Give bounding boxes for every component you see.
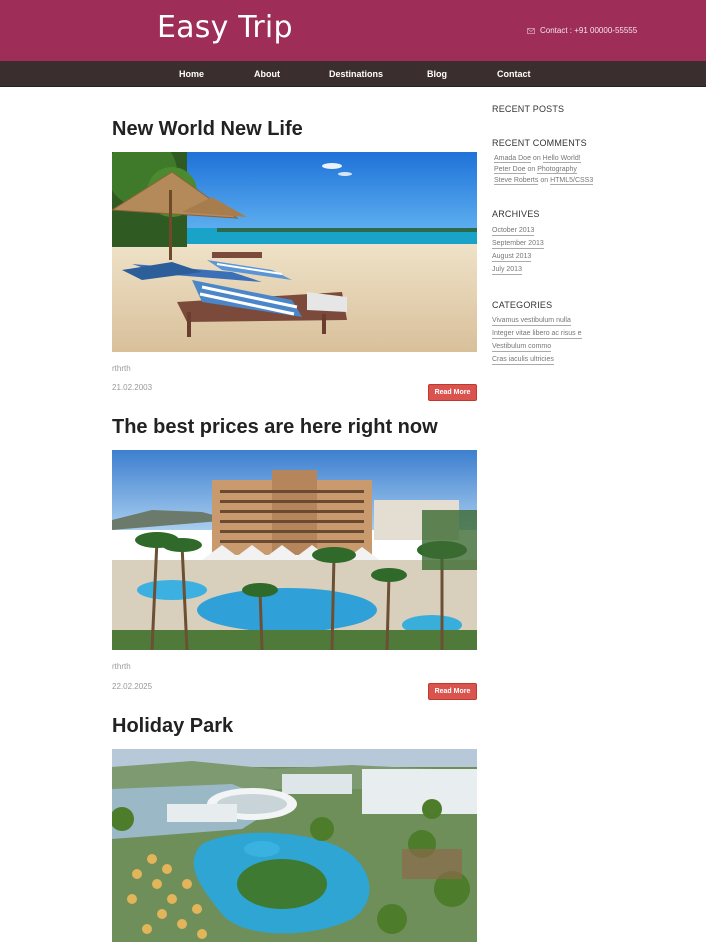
nav-blog[interactable]: Blog	[427, 69, 447, 79]
comment-author-link[interactable]: Amada Doe	[494, 155, 531, 163]
nav-about[interactable]: About	[254, 69, 280, 79]
categories-heading: CATEGORIES	[492, 300, 553, 310]
site-header: Easy Trip Contact : +91 00000-55555	[0, 0, 706, 61]
comment-on-text: on	[532, 155, 541, 162]
mail-icon	[527, 27, 535, 34]
resort-aerial-image[interactable]	[112, 749, 477, 942]
comment-on-text: on	[540, 177, 549, 184]
archive-link[interactable]: September 2013	[492, 240, 544, 249]
category-link[interactable]: Integer vitae libero ac risus e	[492, 330, 582, 339]
main-nav: Home About Destinations Blog Contact	[0, 61, 706, 87]
contact-info: Contact : +91 00000-55555	[527, 26, 637, 35]
archive-link[interactable]: October 2013	[492, 227, 535, 236]
site-logo[interactable]: Easy Trip	[157, 10, 293, 45]
post-title[interactable]: The best prices are here right now	[112, 416, 438, 439]
post-author[interactable]: rthrth	[112, 662, 131, 671]
contact-text: Contact : +91 00000-55555	[540, 26, 638, 35]
category-link[interactable]: Vestibulum commo	[492, 343, 552, 352]
comment-author-link[interactable]: Peter Doe	[494, 166, 526, 174]
comment-item: Amada Doe on Hello World!	[494, 155, 581, 163]
read-more-button[interactable]: Read More	[428, 683, 477, 700]
archive-link[interactable]: July 2013	[492, 266, 522, 275]
recent-comments-heading: RECENT COMMENTS	[492, 138, 587, 148]
nav-contact[interactable]: Contact	[497, 69, 531, 79]
category-link[interactable]: Vivamus vestibulum nulla	[492, 317, 571, 326]
archive-link[interactable]: August 2013	[492, 253, 532, 262]
post-date: 21.02.2003	[112, 383, 153, 392]
post-author[interactable]: rthrth	[112, 364, 131, 373]
comment-post-link[interactable]: Photography	[537, 166, 577, 174]
comment-post-link[interactable]: HTML5/CSS3	[550, 177, 594, 185]
post-title[interactable]: Holiday Park	[112, 715, 233, 738]
recent-posts-heading: RECENT POSTS	[492, 104, 565, 114]
post-title[interactable]: New World New Life	[112, 118, 303, 141]
comment-item: Peter Doe on Photography	[494, 166, 577, 174]
read-more-button[interactable]: Read More	[428, 384, 477, 401]
comment-item: Steve Roberts on HTML5/CSS3	[494, 177, 594, 185]
hotel-pool-image[interactable]	[112, 450, 477, 650]
nav-home[interactable]: Home	[179, 69, 204, 79]
comment-post-link[interactable]: Hello World!	[542, 155, 581, 163]
nav-destinations[interactable]: Destinations	[329, 69, 383, 79]
archives-heading: ARCHIVES	[492, 209, 540, 219]
beach-loungers-image[interactable]	[112, 152, 477, 352]
comment-on-text: on	[527, 166, 536, 173]
comment-author-link[interactable]: Steve Roberts	[494, 177, 539, 185]
category-link[interactable]: Cras iaculis ultricies	[492, 356, 554, 365]
post-date: 22.02.2025	[112, 682, 153, 691]
